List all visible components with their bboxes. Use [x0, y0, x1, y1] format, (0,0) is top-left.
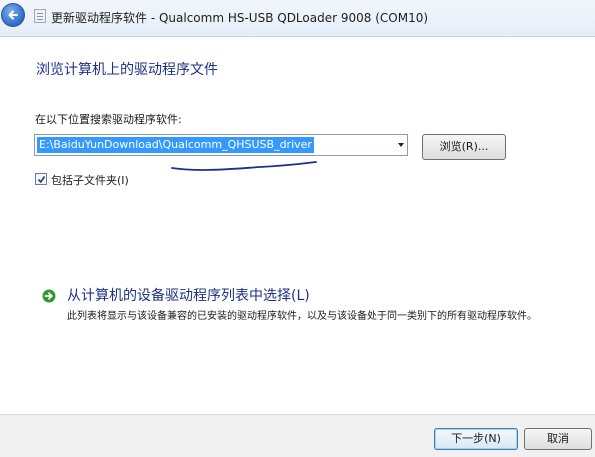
browse-button[interactable]: 浏览(R)... — [422, 134, 506, 160]
page-heading: 浏览计算机上的驱动程序文件 — [36, 62, 218, 78]
include-subfolders-label[interactable]: 包括子文件夹(I) — [51, 172, 129, 188]
choose-from-list-link[interactable]: 从计算机的设备驱动程序列表中选择(L) — [67, 285, 310, 305]
green-arrow-icon — [42, 289, 56, 303]
path-combobox[interactable]: E:\BaiduYunDownload\Qualcomm_QHSUSB_driv… — [34, 134, 408, 156]
next-button[interactable]: 下一步(N) — [434, 428, 518, 450]
driver-window-icon — [34, 9, 46, 23]
include-subfolders-checkbox[interactable] — [35, 173, 47, 185]
path-input-value[interactable]: E:\BaiduYunDownload\Qualcomm_QHSUSB_driv… — [37, 137, 314, 153]
window-title: 更新驱动程序软件 - Qualcomm HS-USB QDLoader 9008… — [51, 11, 429, 25]
cancel-button[interactable]: 取消 — [524, 428, 592, 450]
handwritten-underline-annotation — [171, 161, 317, 171]
chevron-down-icon[interactable] — [398, 143, 404, 147]
checkmark-icon — [37, 176, 46, 184]
choose-from-list-description: 此列表将显示与该设备兼容的已安装的驱动程序软件，以及与该设备处于同一类别下的所有… — [67, 311, 537, 322]
search-location-label: 在以下位置搜索驱动程序软件: — [35, 113, 182, 126]
title-bar: 更新驱动程序软件 - Qualcomm HS-USB QDLoader 9008… — [0, 0, 595, 37]
back-arrow-icon[interactable] — [1, 3, 25, 27]
